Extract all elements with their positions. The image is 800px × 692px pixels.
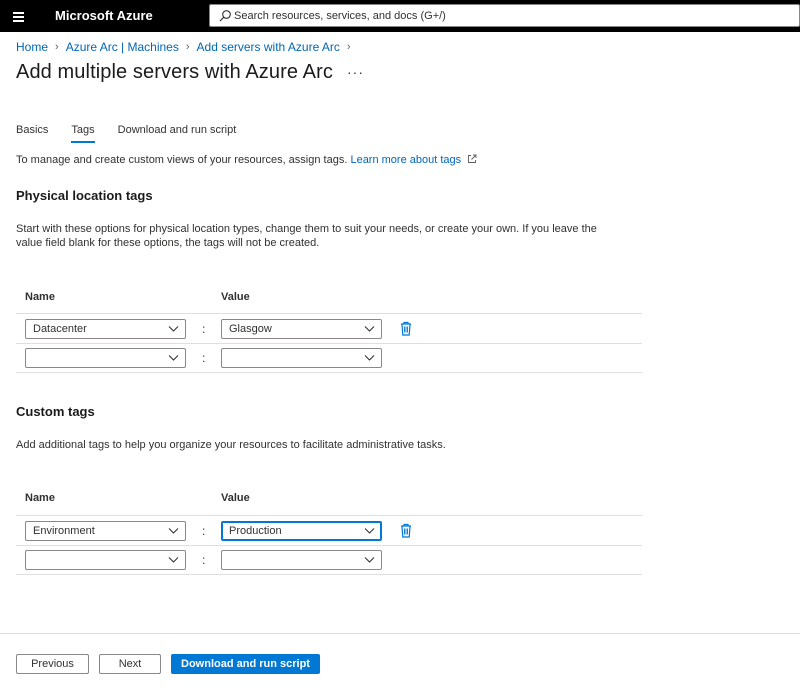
download-and-run-script-button[interactable]: Download and run script: [171, 654, 320, 674]
chevron-right-icon: ›: [185, 41, 190, 53]
intro-text-block: To manage and create custom views of you…: [16, 154, 477, 166]
chevron-down-icon: [168, 326, 179, 332]
physical-value-header: Value: [221, 291, 250, 303]
search-icon: [219, 10, 231, 22]
custom-value-dropdown-2[interactable]: [221, 550, 382, 570]
chevron-right-icon: ›: [55, 41, 59, 53]
delete-icon[interactable]: [400, 523, 412, 538]
custom-value-header: Value: [221, 492, 250, 504]
custom-tags-description: Add additional tags to help you organize…: [16, 439, 446, 451]
page-title: Add multiple servers with Azure Arc: [16, 61, 333, 83]
breadcrumb-home[interactable]: Home: [16, 40, 48, 54]
brand-title[interactable]: Microsoft Azure: [55, 8, 153, 23]
chevron-down-icon: [168, 557, 179, 563]
tab-basics[interactable]: Basics: [16, 124, 48, 143]
custom-tags-heading: Custom tags: [16, 404, 95, 419]
divider: [16, 515, 642, 516]
separator-colon: :: [202, 553, 206, 567]
physical-name-header: Name: [25, 291, 55, 303]
chevron-down-icon: [364, 326, 375, 332]
physical-name-dropdown-2[interactable]: [25, 348, 186, 368]
custom-name-dropdown-2[interactable]: [25, 550, 186, 570]
search-box[interactable]: [209, 4, 800, 27]
more-options-icon[interactable]: ···: [347, 64, 364, 80]
dropdown-value: Datacenter: [33, 323, 87, 335]
chevron-down-icon: [168, 528, 179, 534]
footer-divider: [0, 633, 800, 634]
separator-colon: :: [202, 351, 206, 365]
custom-name-header: Name: [25, 492, 55, 504]
chevron-down-icon: [364, 557, 375, 563]
external-link-icon: [468, 154, 477, 163]
tab-download-and-run-script[interactable]: Download and run script: [118, 124, 237, 143]
next-button[interactable]: Next: [99, 654, 161, 674]
dropdown-value: Environment: [33, 525, 95, 537]
breadcrumb-azure-arc-machines[interactable]: Azure Arc | Machines: [66, 40, 179, 54]
physical-location-description: Start with these options for physical lo…: [16, 223, 597, 249]
physical-name-dropdown-1[interactable]: Datacenter: [25, 319, 186, 339]
divider: [16, 545, 642, 546]
divider: [16, 343, 642, 344]
breadcrumb-add-servers[interactable]: Add servers with Azure Arc: [197, 40, 340, 54]
search-input[interactable]: [234, 5, 734, 26]
tab-bar: Basics Tags Download and run script: [16, 124, 259, 143]
physical-value-dropdown-2[interactable]: [221, 348, 382, 368]
tab-tags[interactable]: Tags: [71, 124, 95, 143]
custom-name-dropdown-1[interactable]: Environment: [25, 521, 186, 541]
top-bar: Microsoft Azure: [0, 0, 800, 32]
divider: [16, 313, 642, 314]
hamburger-icon[interactable]: [8, 6, 30, 26]
dropdown-value: Production: [229, 525, 282, 537]
divider: [16, 574, 642, 575]
previous-button[interactable]: Previous: [16, 654, 89, 674]
custom-value-dropdown-1[interactable]: Production: [221, 521, 382, 541]
chevron-down-icon: [364, 528, 375, 534]
chevron-down-icon: [364, 355, 375, 361]
chevron-right-icon: ›: [346, 41, 351, 53]
separator-colon: :: [202, 322, 206, 336]
chevron-down-icon: [168, 355, 179, 361]
divider: [16, 372, 642, 373]
physical-location-heading: Physical location tags: [16, 188, 153, 203]
delete-icon[interactable]: [400, 321, 412, 336]
intro-text: To manage and create custom views of you…: [16, 154, 348, 166]
physical-value-dropdown-1[interactable]: Glasgow: [221, 319, 382, 339]
dropdown-value: Glasgow: [229, 323, 272, 335]
learn-more-link[interactable]: Learn more about tags: [350, 154, 461, 166]
breadcrumb: Home › Azure Arc | Machines › Add server…: [16, 40, 358, 54]
separator-colon: :: [202, 524, 206, 538]
